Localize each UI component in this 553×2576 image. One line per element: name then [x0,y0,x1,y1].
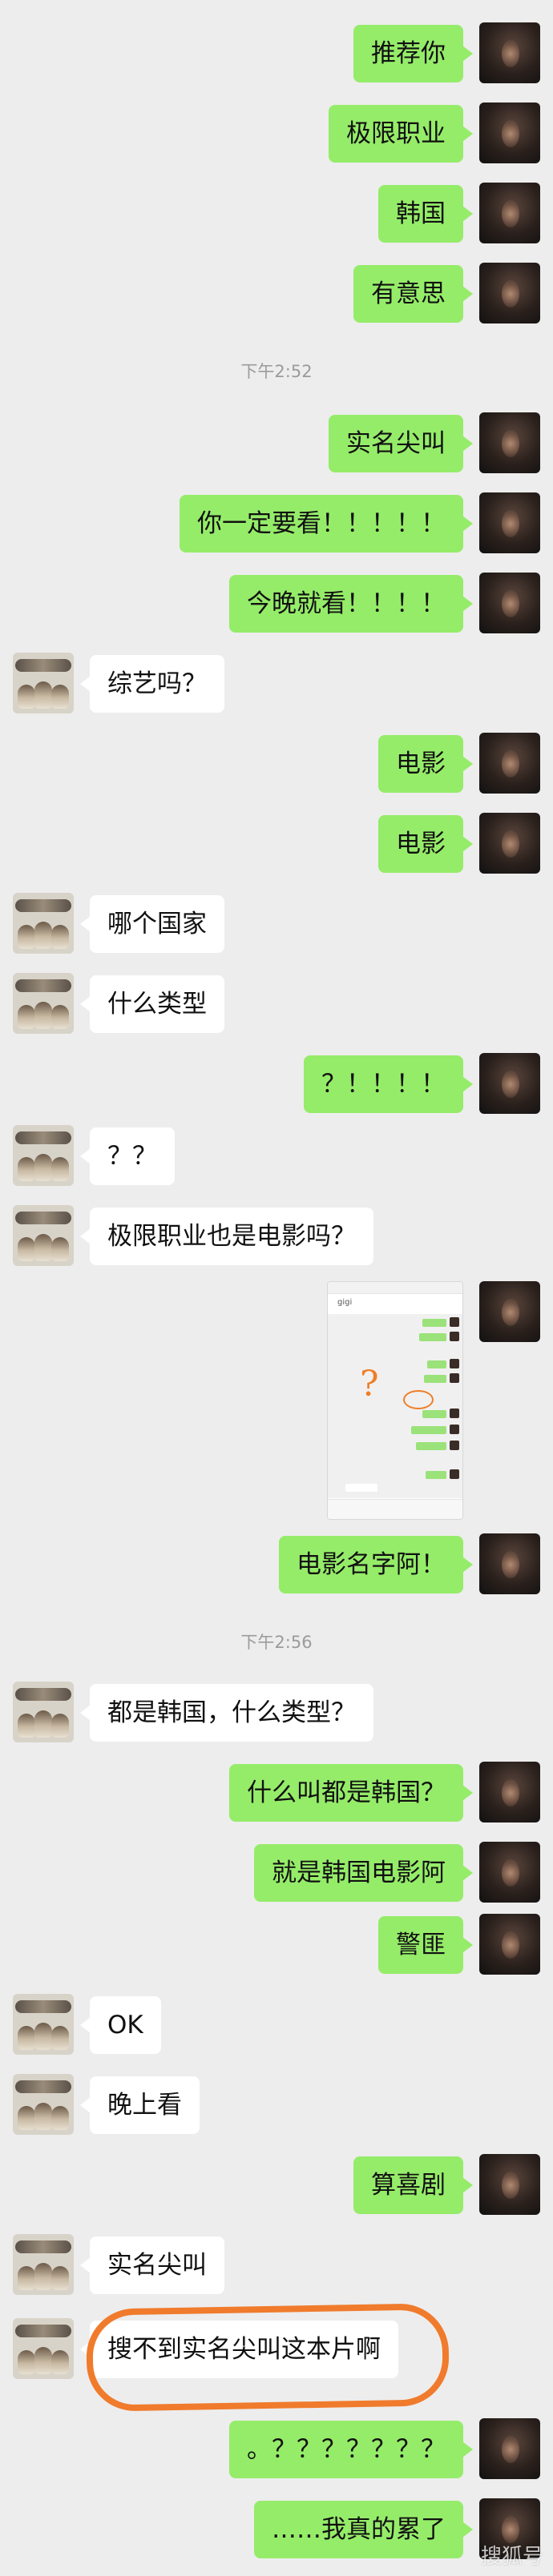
sent-message: 你一定要看！！！！！ [0,492,553,557]
message-bubble[interactable]: 极限职业 [329,105,473,163]
sent-message: 算喜剧 [0,2154,553,2218]
message-bubble[interactable]: ？！！！！ [304,1055,473,1113]
contact-avatar[interactable] [13,1205,74,1266]
my-avatar[interactable] [479,2418,540,2479]
contact-avatar[interactable] [13,2074,74,2135]
my-avatar[interactable] [479,1053,540,1114]
message-bubble[interactable]: 都是韩国，什么类型？ [80,1684,373,1742]
my-avatar[interactable] [479,1914,540,1975]
sent-message: 就是韩国电影阿 [0,1842,553,1906]
contact-avatar[interactable] [13,2234,74,2295]
mini-highlight-circle [403,1390,434,1409]
sent-message: 推荐你 [0,22,553,86]
sent-message: 极限职业 [0,102,553,167]
message-bubble[interactable]: 算喜剧 [353,2156,473,2214]
received-message: 都是韩国，什么类型？ [0,1682,553,1746]
image-message[interactable]: gigi? [0,1281,553,1521]
message-bubble[interactable]: 。？？？？？？？ [229,2421,473,2478]
message-bubble[interactable]: 哪个国家 [80,895,224,953]
received-message: ？？ [0,1125,553,1189]
sent-message: 什么叫都是韩国？ [0,1762,553,1826]
contact-avatar[interactable] [13,1682,74,1742]
received-message: OK [0,1994,553,2058]
thumbnail-title: gigi [337,1298,353,1307]
contact-avatar[interactable] [13,2318,74,2379]
contact-avatar[interactable] [13,1125,74,1186]
sent-message: 电影名字阿！ [0,1533,553,1597]
sent-message: ……我真的累了 [0,2498,553,2562]
thumbnail-chat: ? [328,1314,462,1498]
message-bubble[interactable]: 就是韩国电影阿 [254,1844,473,1902]
message-bubble[interactable]: 电影 [378,735,473,793]
received-message: 极限职业也是电影吗？ [0,1205,553,1269]
my-avatar[interactable] [479,22,540,83]
message-bubble[interactable]: 电影 [378,815,473,873]
message-bubble[interactable]: 电影名字阿！ [279,1536,473,1593]
my-avatar[interactable] [479,1762,540,1822]
sent-message: 电影 [0,813,553,877]
screenshot-thumbnail[interactable]: gigi? [327,1281,463,1520]
my-avatar[interactable] [479,573,540,633]
sent-message: 警匪 [0,1914,553,1978]
sent-message: 韩国 [0,183,553,247]
question-mark-drawing: ? [360,1364,379,1405]
orange-highlight-circle [85,2303,450,2412]
message-bubble[interactable]: 什么叫都是韩国？ [229,1764,473,1822]
contact-avatar[interactable] [13,973,74,1034]
my-avatar[interactable] [479,183,540,243]
received-message: 什么类型 [0,973,553,1037]
message-bubble[interactable]: 实名尖叫 [329,415,473,472]
my-avatar[interactable] [479,492,540,553]
thumbnail-input-bar [328,1499,462,1519]
timestamp: 下午2:52 [240,362,313,381]
message-bubble[interactable]: ？？ [80,1127,175,1185]
my-avatar[interactable] [479,1533,540,1594]
chat-thread: 推荐你 极限职业 韩国 有意思 下午2:52 实名尖叫 你一定要看！！！！！ 今晚就看！！！！… [0,0,553,2576]
my-avatar[interactable] [479,2154,540,2215]
my-avatar[interactable] [479,1281,540,1342]
sent-message: 实名尖叫 [0,412,553,476]
message-bubble[interactable]: 你一定要看！！！！！ [180,495,473,553]
received-message: 哪个国家 [0,893,553,957]
message-bubble[interactable]: 极限职业也是电影吗？ [80,1208,373,1265]
message-bubble[interactable]: 综艺吗？ [80,655,224,713]
my-avatar[interactable] [479,733,540,794]
sent-message: 电影 [0,733,553,797]
sent-message: ？！！！！ [0,1053,553,1117]
my-avatar[interactable] [479,263,540,324]
thumbnail-status-bar [328,1282,462,1294]
sent-message: 。？？？？？？？ [0,2418,553,2482]
contact-avatar[interactable] [13,893,74,954]
my-avatar[interactable] [479,813,540,874]
watermark: 搜狐号 [480,2545,543,2569]
message-bubble[interactable]: 有意思 [353,265,473,323]
received-message: 晚上看 [0,2074,553,2138]
received-message: 实名尖叫 [0,2234,553,2298]
message-bubble[interactable]: OK [80,1996,161,2054]
my-avatar[interactable] [479,102,540,163]
my-avatar[interactable] [479,412,540,473]
sent-message: 今晚就看！！！！ [0,573,553,637]
contact-avatar[interactable] [13,1994,74,2055]
message-bubble[interactable]: ……我真的累了 [254,2501,473,2558]
message-bubble[interactable]: 实名尖叫 [80,2236,224,2294]
message-bubble[interactable]: 今晚就看！！！！ [229,575,473,633]
received-message: 综艺吗？ [0,653,553,717]
message-bubble[interactable]: 韩国 [378,185,473,243]
message-bubble[interactable]: 推荐你 [353,25,473,82]
message-bubble[interactable]: 什么类型 [80,975,224,1033]
contact-avatar[interactable] [13,653,74,713]
my-avatar[interactable] [479,1842,540,1903]
message-bubble[interactable]: 晚上看 [80,2076,200,2134]
timestamp: 下午2:56 [240,1633,313,1652]
sent-message: 有意思 [0,263,553,327]
message-bubble[interactable]: 警匪 [378,1916,473,1974]
